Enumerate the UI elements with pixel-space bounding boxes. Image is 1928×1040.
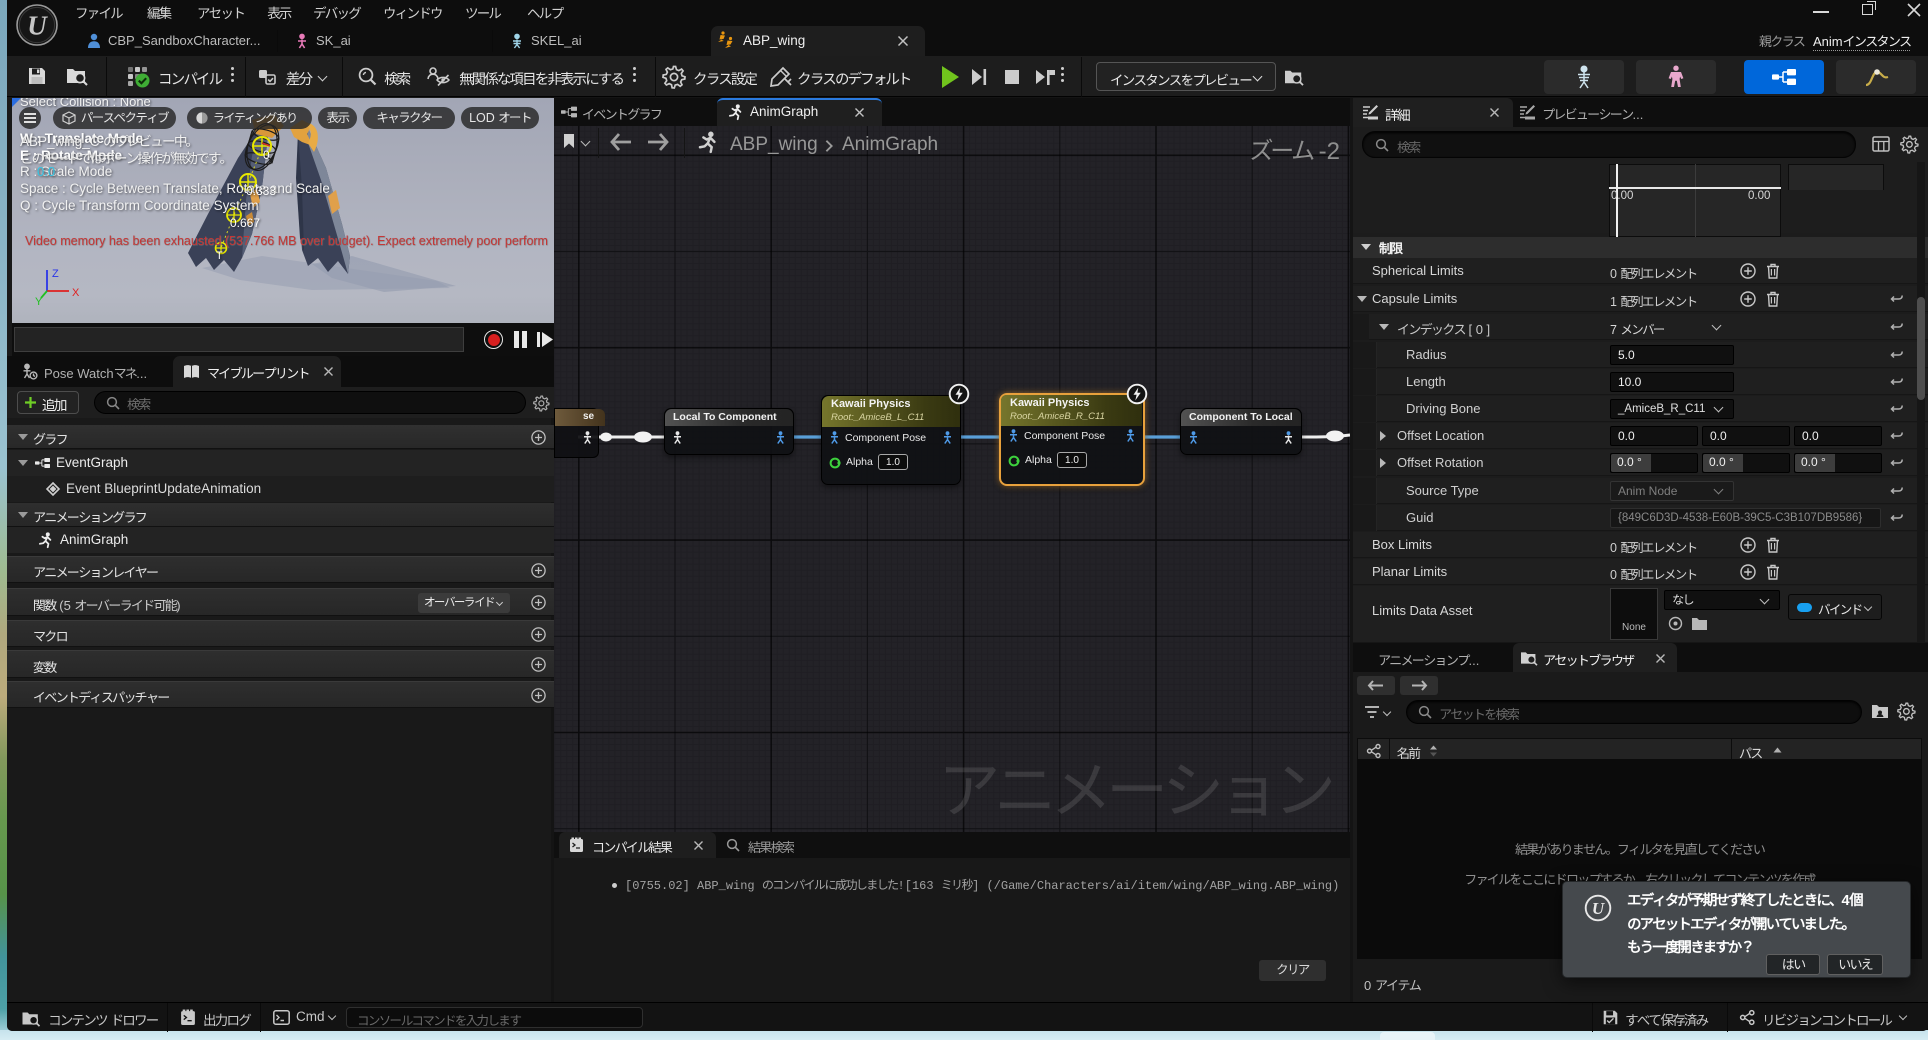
svg-text:Y: Y (35, 296, 43, 308)
svg-text:Z: Z (52, 268, 59, 280)
svg-text:X: X (72, 287, 80, 299)
svg-text:U: U (1592, 899, 1605, 918)
